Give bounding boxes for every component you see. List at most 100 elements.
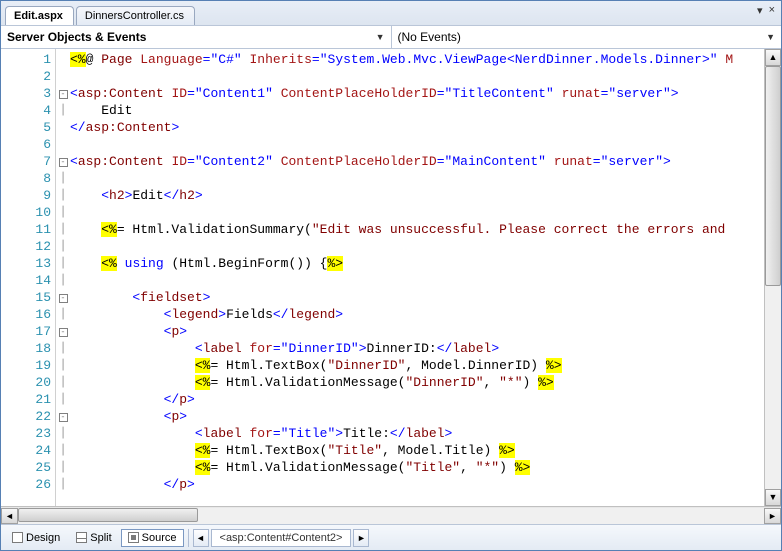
editor-window: Edit.aspx DinnersController.cs ▾ × Serve… — [0, 0, 782, 551]
code-line[interactable] — [70, 238, 781, 255]
code-line[interactable]: Edit — [70, 102, 781, 119]
source-icon — [128, 532, 139, 543]
design-view-button[interactable]: Design — [5, 529, 67, 547]
outline-cell: │ — [56, 221, 70, 238]
outline-cell[interactable]: - — [56, 153, 70, 170]
events-dropdown[interactable]: (No Events) ▼ — [392, 26, 782, 48]
line-number: 5 — [1, 119, 55, 136]
code-line[interactable] — [70, 272, 781, 289]
line-number: 25 — [1, 459, 55, 476]
tab-bar: Edit.aspx DinnersController.cs ▾ × — [1, 1, 781, 25]
vertical-scrollbar[interactable]: ▲ ▼ — [764, 49, 781, 506]
object-event-row: Server Objects & Events ▼ (No Events) ▼ — [1, 25, 781, 49]
outline-cell: │ — [56, 102, 70, 119]
code-line[interactable]: <%= Html.TextBox("DinnerID", Model.Dinne… — [70, 357, 781, 374]
chevron-down-icon: ▼ — [376, 32, 385, 42]
line-number: 26 — [1, 476, 55, 493]
code-line[interactable]: <legend>Fields</legend> — [70, 306, 781, 323]
vscroll-track[interactable] — [765, 66, 781, 489]
line-number: 14 — [1, 272, 55, 289]
code-line[interactable]: <fieldset> — [70, 289, 781, 306]
vscroll-thumb[interactable] — [765, 66, 781, 286]
line-number: 2 — [1, 68, 55, 85]
code-editor[interactable]: <%@ Page Language="C#" Inherits="System.… — [70, 49, 781, 506]
code-line[interactable]: <asp:Content ID="Content1" ContentPlaceH… — [70, 85, 781, 102]
separator — [188, 529, 189, 547]
line-number: 3 — [1, 85, 55, 102]
code-line[interactable]: <p> — [70, 323, 781, 340]
scroll-right-button[interactable]: ► — [764, 508, 781, 524]
line-number: 15 — [1, 289, 55, 306]
line-number: 22 — [1, 408, 55, 425]
line-number: 23 — [1, 425, 55, 442]
line-number: 17 — [1, 323, 55, 340]
breadcrumb-next-button[interactable]: ► — [353, 529, 369, 547]
horizontal-scrollbar[interactable]: ◄ ► — [1, 506, 781, 524]
line-number: 11 — [1, 221, 55, 238]
collapse-icon[interactable]: - — [59, 158, 68, 167]
outline-cell — [56, 68, 70, 85]
code-line[interactable]: <% using (Html.BeginForm()) {%> — [70, 255, 781, 272]
hscroll-track[interactable] — [18, 508, 764, 524]
code-line[interactable]: <%@ Page Language="C#" Inherits="System.… — [70, 51, 781, 68]
code-line[interactable]: <label for="Title">Title:</label> — [70, 425, 781, 442]
outline-column: -│-│││││││-│-││││-││││ — [56, 49, 70, 506]
outline-cell[interactable]: - — [56, 408, 70, 425]
outline-cell — [56, 119, 70, 136]
scroll-up-button[interactable]: ▲ — [765, 49, 781, 66]
outline-cell: │ — [56, 340, 70, 357]
code-line[interactable]: <%= Html.ValidationSummary("Edit was uns… — [70, 221, 781, 238]
collapse-icon[interactable]: - — [59, 413, 68, 422]
code-line[interactable]: </asp:Content> — [70, 119, 781, 136]
code-line[interactable] — [70, 68, 781, 85]
line-number: 10 — [1, 204, 55, 221]
outline-cell: │ — [56, 442, 70, 459]
breadcrumb[interactable]: <asp:Content#Content2> — [211, 529, 352, 547]
line-number: 21 — [1, 391, 55, 408]
line-number: 16 — [1, 306, 55, 323]
outline-cell: │ — [56, 238, 70, 255]
outline-cell: │ — [56, 425, 70, 442]
tab-dropdown-icon[interactable]: ▾ — [757, 4, 763, 17]
outline-cell: │ — [56, 459, 70, 476]
outline-cell: │ — [56, 357, 70, 374]
code-line[interactable]: <%= Html.ValidationMessage("Title", "*")… — [70, 459, 781, 476]
line-number: 1 — [1, 51, 55, 68]
collapse-icon[interactable]: - — [59, 90, 68, 99]
outline-cell[interactable]: - — [56, 85, 70, 102]
collapse-icon[interactable]: - — [59, 294, 68, 303]
line-number: 24 — [1, 442, 55, 459]
outline-cell — [56, 51, 70, 68]
code-line[interactable]: </p> — [70, 476, 781, 493]
breadcrumb-prev-button[interactable]: ◄ — [193, 529, 209, 547]
scroll-down-button[interactable]: ▼ — [765, 489, 781, 506]
tab-dinners-controller[interactable]: DinnersController.cs — [76, 6, 195, 25]
close-icon[interactable]: × — [769, 4, 775, 17]
design-icon — [12, 532, 23, 543]
split-icon — [76, 532, 87, 543]
outline-cell — [56, 136, 70, 153]
split-view-button[interactable]: Split — [69, 529, 118, 547]
code-line[interactable]: <p> — [70, 408, 781, 425]
line-number: 20 — [1, 374, 55, 391]
hscroll-thumb[interactable] — [18, 508, 198, 522]
code-line[interactable]: <%= Html.TextBox("Title", Model.Title) %… — [70, 442, 781, 459]
scroll-left-button[interactable]: ◄ — [1, 508, 18, 524]
code-line[interactable]: </p> — [70, 391, 781, 408]
outline-cell[interactable]: - — [56, 323, 70, 340]
code-line[interactable]: <%= Html.ValidationMessage("DinnerID", "… — [70, 374, 781, 391]
collapse-icon[interactable]: - — [59, 328, 68, 337]
code-line[interactable]: <asp:Content ID="Content2" ContentPlaceH… — [70, 153, 781, 170]
outline-cell: │ — [56, 391, 70, 408]
tab-edit-aspx[interactable]: Edit.aspx — [5, 6, 74, 25]
status-bar: Design Split Source ◄ <asp:Content#Conte… — [1, 524, 781, 550]
code-line[interactable] — [70, 204, 781, 221]
code-line[interactable]: <h2>Edit</h2> — [70, 187, 781, 204]
server-objects-dropdown[interactable]: Server Objects & Events ▼ — [1, 26, 392, 48]
code-line[interactable] — [70, 136, 781, 153]
source-view-button[interactable]: Source — [121, 529, 184, 547]
outline-cell: │ — [56, 255, 70, 272]
code-line[interactable] — [70, 170, 781, 187]
code-line[interactable]: <label for="DinnerID">DinnerID:</label> — [70, 340, 781, 357]
outline-cell[interactable]: - — [56, 289, 70, 306]
